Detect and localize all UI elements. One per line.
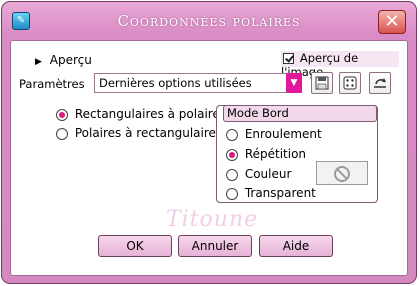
edge-mode-title: Mode Bord [223, 105, 377, 122]
presets-label: Paramètres [19, 77, 85, 91]
radio-label: Polaires à rectangulaires [74, 126, 223, 140]
reset-button[interactable] [369, 72, 391, 94]
radio-repeat[interactable]: Répétition [226, 147, 306, 161]
close-icon: ✕ [384, 11, 400, 32]
edge-color-swatch[interactable] [316, 161, 368, 185]
dialog-content: ▶ Aperçu Aperçu de l'image Paramètres De… [10, 40, 408, 276]
save-preset-icon [315, 76, 329, 90]
presets-dropdown[interactable]: Dernières options utilisées ▼ [94, 73, 302, 93]
radio-button[interactable] [226, 148, 238, 161]
watermark: Titoune [166, 207, 259, 232]
radio-transparent[interactable]: Transparent [226, 186, 316, 200]
radio-color[interactable]: Couleur [226, 167, 291, 181]
radio-button[interactable] [226, 168, 238, 181]
radio-label: Rectangulaires à polaires [74, 107, 227, 121]
preview-toggle[interactable]: ▶ Aperçu [35, 53, 92, 67]
window-title: Coordonnées polaires [117, 12, 301, 30]
radio-label: Transparent [244, 186, 316, 200]
randomize-button[interactable] [339, 72, 361, 94]
save-preset-button[interactable] [311, 72, 333, 94]
radio-wrap[interactable]: Enroulement [226, 127, 322, 141]
radio-button[interactable] [226, 187, 238, 200]
radio-polar-to-rect[interactable]: Polaires à rectangulaires [56, 126, 222, 140]
title-bar[interactable]: ✎ Coordonnées polaires ✕ [2, 2, 416, 40]
image-preview-checkbox[interactable]: Aperçu de l'image [281, 51, 399, 79]
chevron-down-icon[interactable]: ▼ [286, 73, 302, 93]
radio-label: Enroulement [244, 127, 322, 141]
presets-selected-value: Dernières options utilisées [99, 76, 252, 90]
preview-label: Aperçu [49, 53, 92, 67]
radio-button[interactable] [56, 127, 68, 140]
help-button[interactable]: Aide [259, 235, 333, 257]
ok-button[interactable]: OK [98, 235, 172, 257]
expand-triangle-icon: ▶ [35, 57, 42, 67]
reset-icon [374, 78, 386, 88]
radio-rect-to-polar[interactable]: Rectangulaires à polaires [56, 107, 226, 121]
radio-label: Répétition [244, 147, 307, 161]
dialog-window: ✎ Coordonnées polaires ✕ ▶ Aperçu Aperçu… [1, 1, 417, 284]
randomize-icon [343, 76, 357, 90]
radio-button[interactable] [56, 108, 68, 121]
edge-mode-group: Mode Bord Enroulement Répétition Couleur… [216, 105, 378, 203]
close-button[interactable]: ✕ [378, 10, 406, 34]
cancel-button[interactable]: Annuler [178, 235, 252, 257]
radio-label: Couleur [244, 167, 292, 181]
no-color-icon [334, 166, 350, 182]
radio-button[interactable] [226, 128, 238, 141]
image-preview-check[interactable] [283, 53, 294, 64]
